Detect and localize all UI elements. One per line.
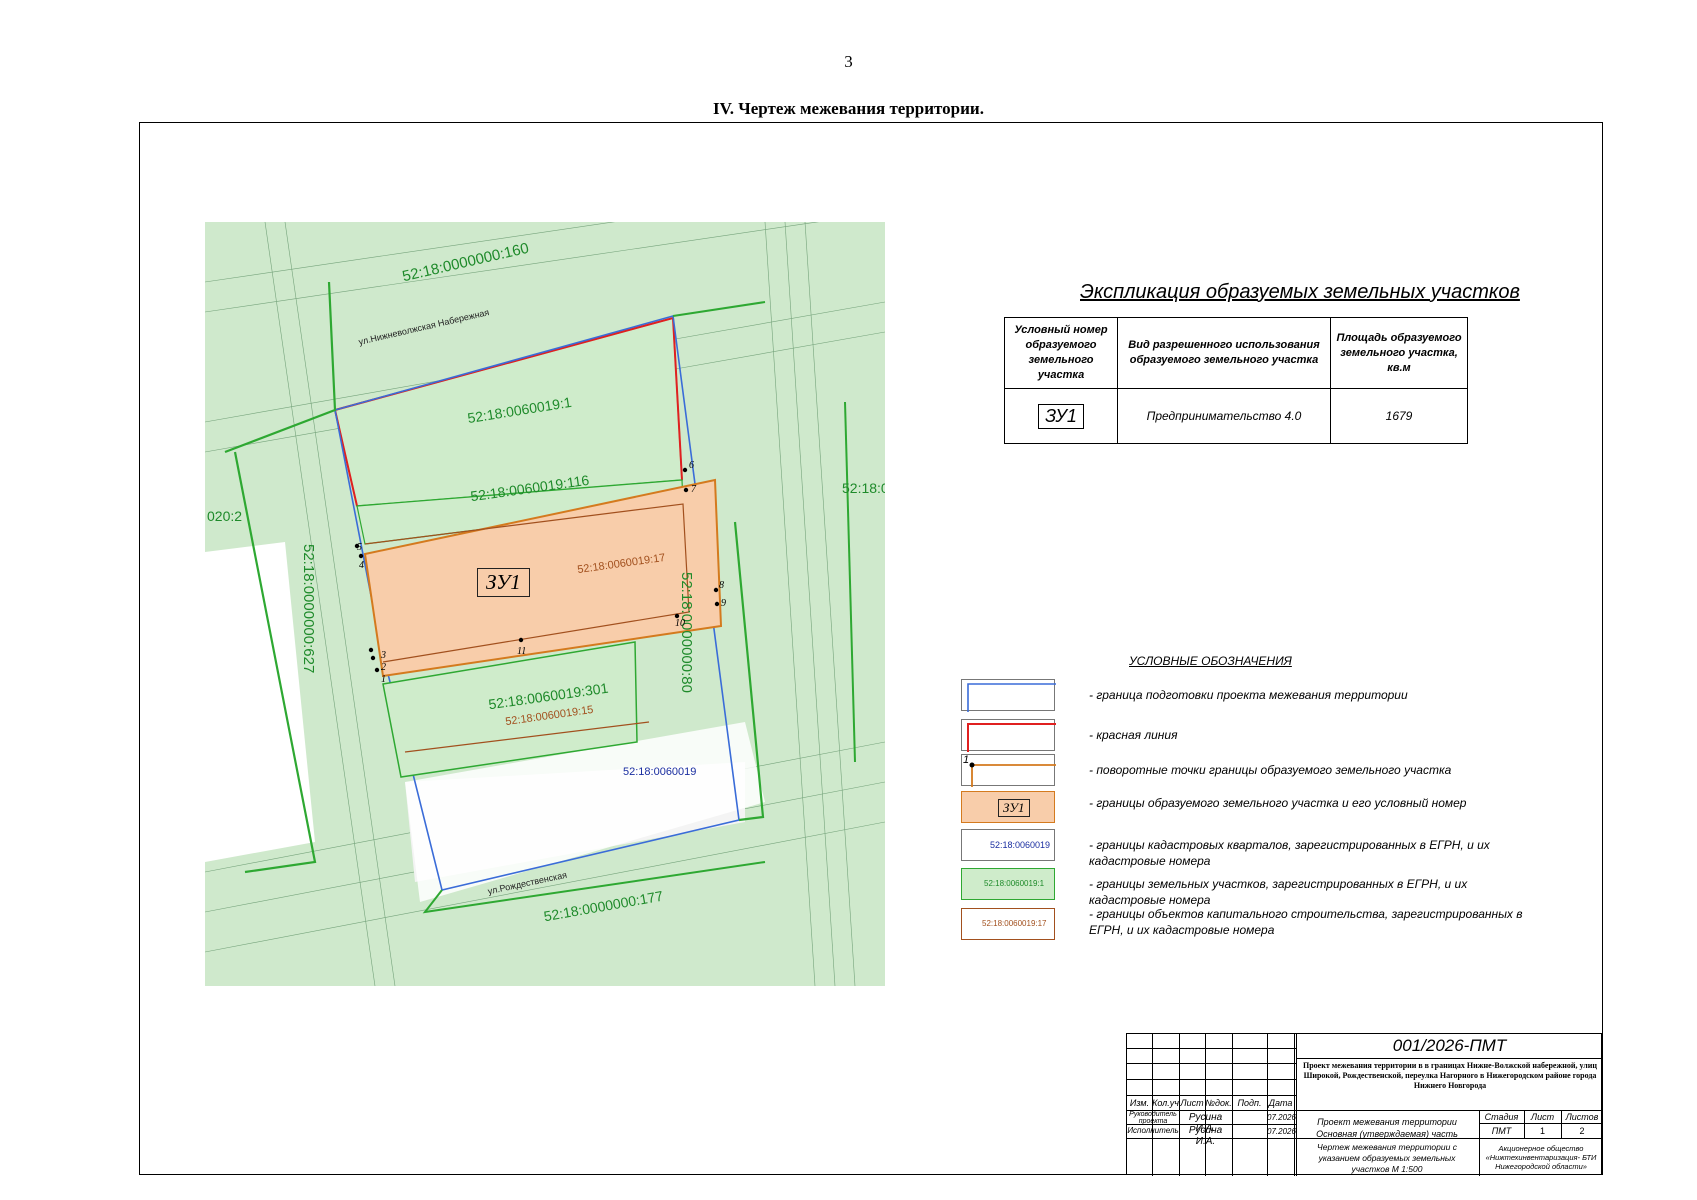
stamp-project-title: Проект межевания территории в в границах… — [1303, 1061, 1597, 1090]
legend-text-4: - границы кадастровых кварталов, зарегис… — [1089, 838, 1490, 868]
stamp-sheets-value: 2 — [1579, 1126, 1585, 1136]
point-2: 2 — [381, 662, 386, 673]
cadastral-map: 52:18:0000000:160 52:18:0060019:1 52:18:… — [205, 222, 885, 986]
stamp-section: Проект межевания территории Основная (ут… — [1316, 1117, 1458, 1139]
legend-text-6: - границы объектов капитального строител… — [1089, 907, 1523, 937]
legend-swatch-quarter: 52:18:0060019 — [961, 829, 1055, 861]
legend-zu-box: ЗУ1 — [998, 799, 1030, 817]
parcel-label-right-partial: 52:18:0 — [842, 480, 885, 496]
point-5: 5 — [357, 542, 362, 553]
legend-point-number: 1 — [963, 754, 970, 766]
point-9: 9 — [721, 598, 726, 609]
explication-header-area: Площадь образуемого земельного участка, … — [1330, 317, 1468, 389]
stamp-sheets-header: Листов — [1565, 1112, 1599, 1122]
stamp-date-executor: 07.2026 — [1267, 1127, 1296, 1136]
stamp-col-data: Дата — [1268, 1098, 1293, 1108]
legend-swatch-turning-points: 1 — [961, 754, 1056, 787]
parcel-label-left-partial: 020:2 — [207, 508, 243, 524]
stamp-sheet-header: Лист — [1530, 1112, 1555, 1122]
explication-header-use: Вид разрешенного использования образуемо… — [1117, 317, 1331, 389]
explication-row-area: 1679 — [1330, 388, 1468, 444]
legend-swatch-zu: ЗУ1 — [961, 791, 1055, 823]
legend-parcel-label: 52:18:0060019:1 — [984, 879, 1045, 888]
point-6: 6 — [689, 460, 694, 471]
legend-text-2: - поворотные точки границы образуемого з… — [1089, 763, 1452, 777]
point-3: 3 — [381, 650, 386, 661]
stamp-col-izm: Изм. — [1129, 1098, 1150, 1108]
explication-header-num: Условный номер образуемого земельного уч… — [1004, 317, 1118, 389]
title-block: 001/2026-ПМТ Проект межевания территории… — [1126, 1033, 1603, 1176]
zu1-map-label: ЗУ1 — [477, 568, 530, 597]
explication-table: Условный номер образуемого земельного уч… — [1004, 317, 1468, 444]
legend-swatch-oks: 52:18:0060019:17 — [961, 908, 1055, 940]
point-7: 7 — [691, 484, 696, 495]
stamp-col-kolich: Кол.уч — [1152, 1098, 1179, 1108]
explication-zu-box: ЗУ1 — [1038, 403, 1084, 429]
stamp-sheet-title: Чертеж межевания территории с указанием … — [1317, 1142, 1457, 1174]
parcel-label-80: 52:18:0000000:80 — [678, 572, 695, 693]
stamp-name-executor: Русина И.А. — [1188, 1125, 1223, 1147]
stamp-org: Акционерное общество «Нижтехинвентаризац… — [1485, 1144, 1597, 1171]
stamp-role-executor: Исполнитель — [1127, 1126, 1179, 1135]
legend-text-0: - граница подготовки проекта межевания т… — [1089, 688, 1408, 702]
stamp-col-list: Лист — [1180, 1098, 1204, 1108]
page-number: 3 — [844, 52, 853, 71]
point-8: 8 — [719, 580, 724, 591]
legend-swatch-parcel: 52:18:0060019:1 — [961, 868, 1055, 900]
stamp-date-leader: 07.2026 — [1267, 1113, 1296, 1122]
legend-title: УСЛОВНЫЕ ОБОЗНАЧЕНИЯ — [1129, 654, 1292, 668]
stamp-sheet-value: 1 — [1539, 1126, 1545, 1136]
legend-text-3: - границы образуемого земельного участка… — [1089, 796, 1467, 810]
stamp-role-leader: Руководитель проекта — [1129, 1111, 1177, 1125]
point-11: 11 — [517, 646, 527, 657]
stamp-col-ndok: №док. — [1205, 1098, 1232, 1108]
legend-oks-label: 52:18:0060019:17 — [982, 919, 1047, 928]
explication-row-num: ЗУ1 — [1004, 388, 1118, 444]
explication-row-use: Предпринимательство 4.0 — [1117, 388, 1331, 444]
stamp-stage-value: ПМТ — [1491, 1126, 1512, 1136]
legend-text-5: - границы земельных участков, зарегистри… — [1089, 877, 1468, 907]
point-4: 4 — [359, 560, 364, 571]
explication-title: Экспликация образуемых земельных участко… — [1080, 281, 1520, 303]
stamp-stage-header: Стадия — [1484, 1112, 1519, 1122]
point-10: 10 — [675, 618, 685, 629]
stamp-code: 001/2026-ПМТ — [1392, 1036, 1507, 1055]
legend-swatch-red-line — [961, 719, 1056, 752]
legend-quarter-label: 52:18:0060019 — [990, 840, 1051, 850]
quarter-label: 52:18:0060019 — [623, 766, 697, 778]
parcel-label-627: 52:18:0000000:627 — [300, 544, 317, 674]
point-1: 1 — [381, 674, 386, 685]
legend-text-1: - красная линия — [1089, 728, 1178, 742]
stamp-col-podp: Подп. — [1237, 1098, 1262, 1108]
legend-swatch-project-boundary — [961, 679, 1056, 712]
section-title: IV. Чертеж межевания территории. — [713, 99, 984, 118]
